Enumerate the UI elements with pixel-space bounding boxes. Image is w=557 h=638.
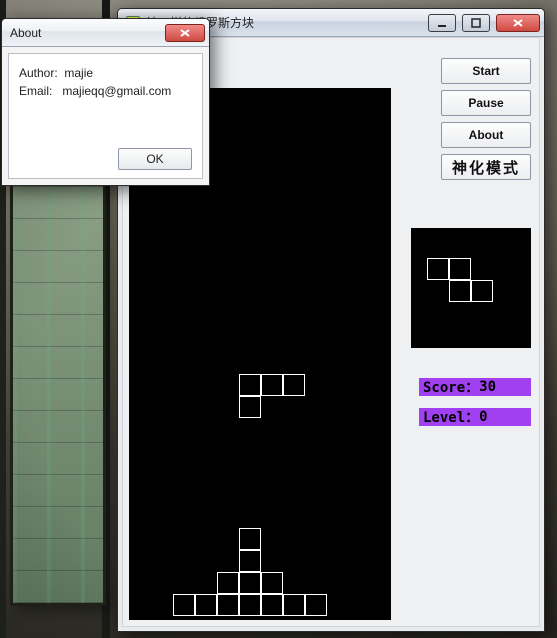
- about-close-button[interactable]: [165, 24, 205, 42]
- tetromino-cell: [261, 594, 283, 616]
- about-author-row: Author: majie: [19, 66, 192, 80]
- about-ok-button[interactable]: OK: [118, 148, 192, 170]
- about-author-label: Author:: [19, 66, 58, 80]
- start-label: Start: [472, 64, 499, 78]
- about-author-value: majie: [64, 66, 93, 80]
- start-button[interactable]: Start: [441, 58, 531, 84]
- score-label: Score：: [423, 377, 479, 397]
- tetromino-cell: [239, 396, 261, 418]
- tetromino-cell: [283, 374, 305, 396]
- next-piece-preview: [411, 228, 531, 348]
- score-value: 30: [479, 379, 496, 395]
- level-display: Level：0: [419, 408, 531, 426]
- about-email-label: Email:: [19, 84, 52, 98]
- about-dialog-body: Author: majie Email: majieqq@gmail.com O…: [8, 53, 203, 179]
- close-icon: [179, 28, 191, 38]
- level-label: Level：: [423, 407, 479, 427]
- tetromino-cell: [195, 594, 217, 616]
- tetromino-cell: [283, 594, 305, 616]
- tetromino-cell: [239, 550, 261, 572]
- about-dialog-titlebar[interactable]: About: [2, 19, 209, 47]
- close-button[interactable]: [496, 14, 540, 32]
- about-dialog: About Author: majie Email: majieqq@gmail…: [1, 18, 210, 186]
- level-value: 0: [479, 409, 487, 425]
- minimize-button[interactable]: [428, 14, 456, 32]
- god-mode-label: 神化模式: [452, 157, 520, 178]
- tetromino-cell: [239, 594, 261, 616]
- maximize-icon: [471, 18, 481, 28]
- tetromino-cell: [239, 528, 261, 550]
- pause-button[interactable]: Pause: [441, 90, 531, 116]
- close-icon: [512, 18, 524, 28]
- next-piece-cell: [471, 280, 493, 302]
- tetromino-cell: [239, 572, 261, 594]
- minimize-icon: [437, 18, 447, 28]
- god-mode-button[interactable]: 神化模式: [441, 154, 531, 180]
- about-dialog-title: About: [10, 26, 41, 40]
- tetromino-cell: [261, 374, 283, 396]
- about-email-row: Email: majieqq@gmail.com: [19, 84, 192, 98]
- about-label: About: [469, 128, 504, 142]
- score-display: Score：30: [419, 378, 531, 396]
- about-button[interactable]: About: [441, 122, 531, 148]
- tetromino-cell: [173, 594, 195, 616]
- tetromino-cell: [217, 594, 239, 616]
- tetromino-cell: [305, 594, 327, 616]
- tetromino-cell: [239, 374, 261, 396]
- sidebar: Start Pause About 神化模式: [441, 58, 531, 186]
- pause-label: Pause: [468, 96, 503, 110]
- about-ok-label: OK: [146, 152, 163, 166]
- tetromino-cell: [217, 572, 239, 594]
- about-email-value: majieqq@gmail.com: [62, 84, 171, 98]
- next-piece-cell: [449, 258, 471, 280]
- tetromino-cell: [261, 572, 283, 594]
- next-piece-cell: [449, 280, 471, 302]
- next-piece-cell: [427, 258, 449, 280]
- maximize-button[interactable]: [462, 14, 490, 32]
